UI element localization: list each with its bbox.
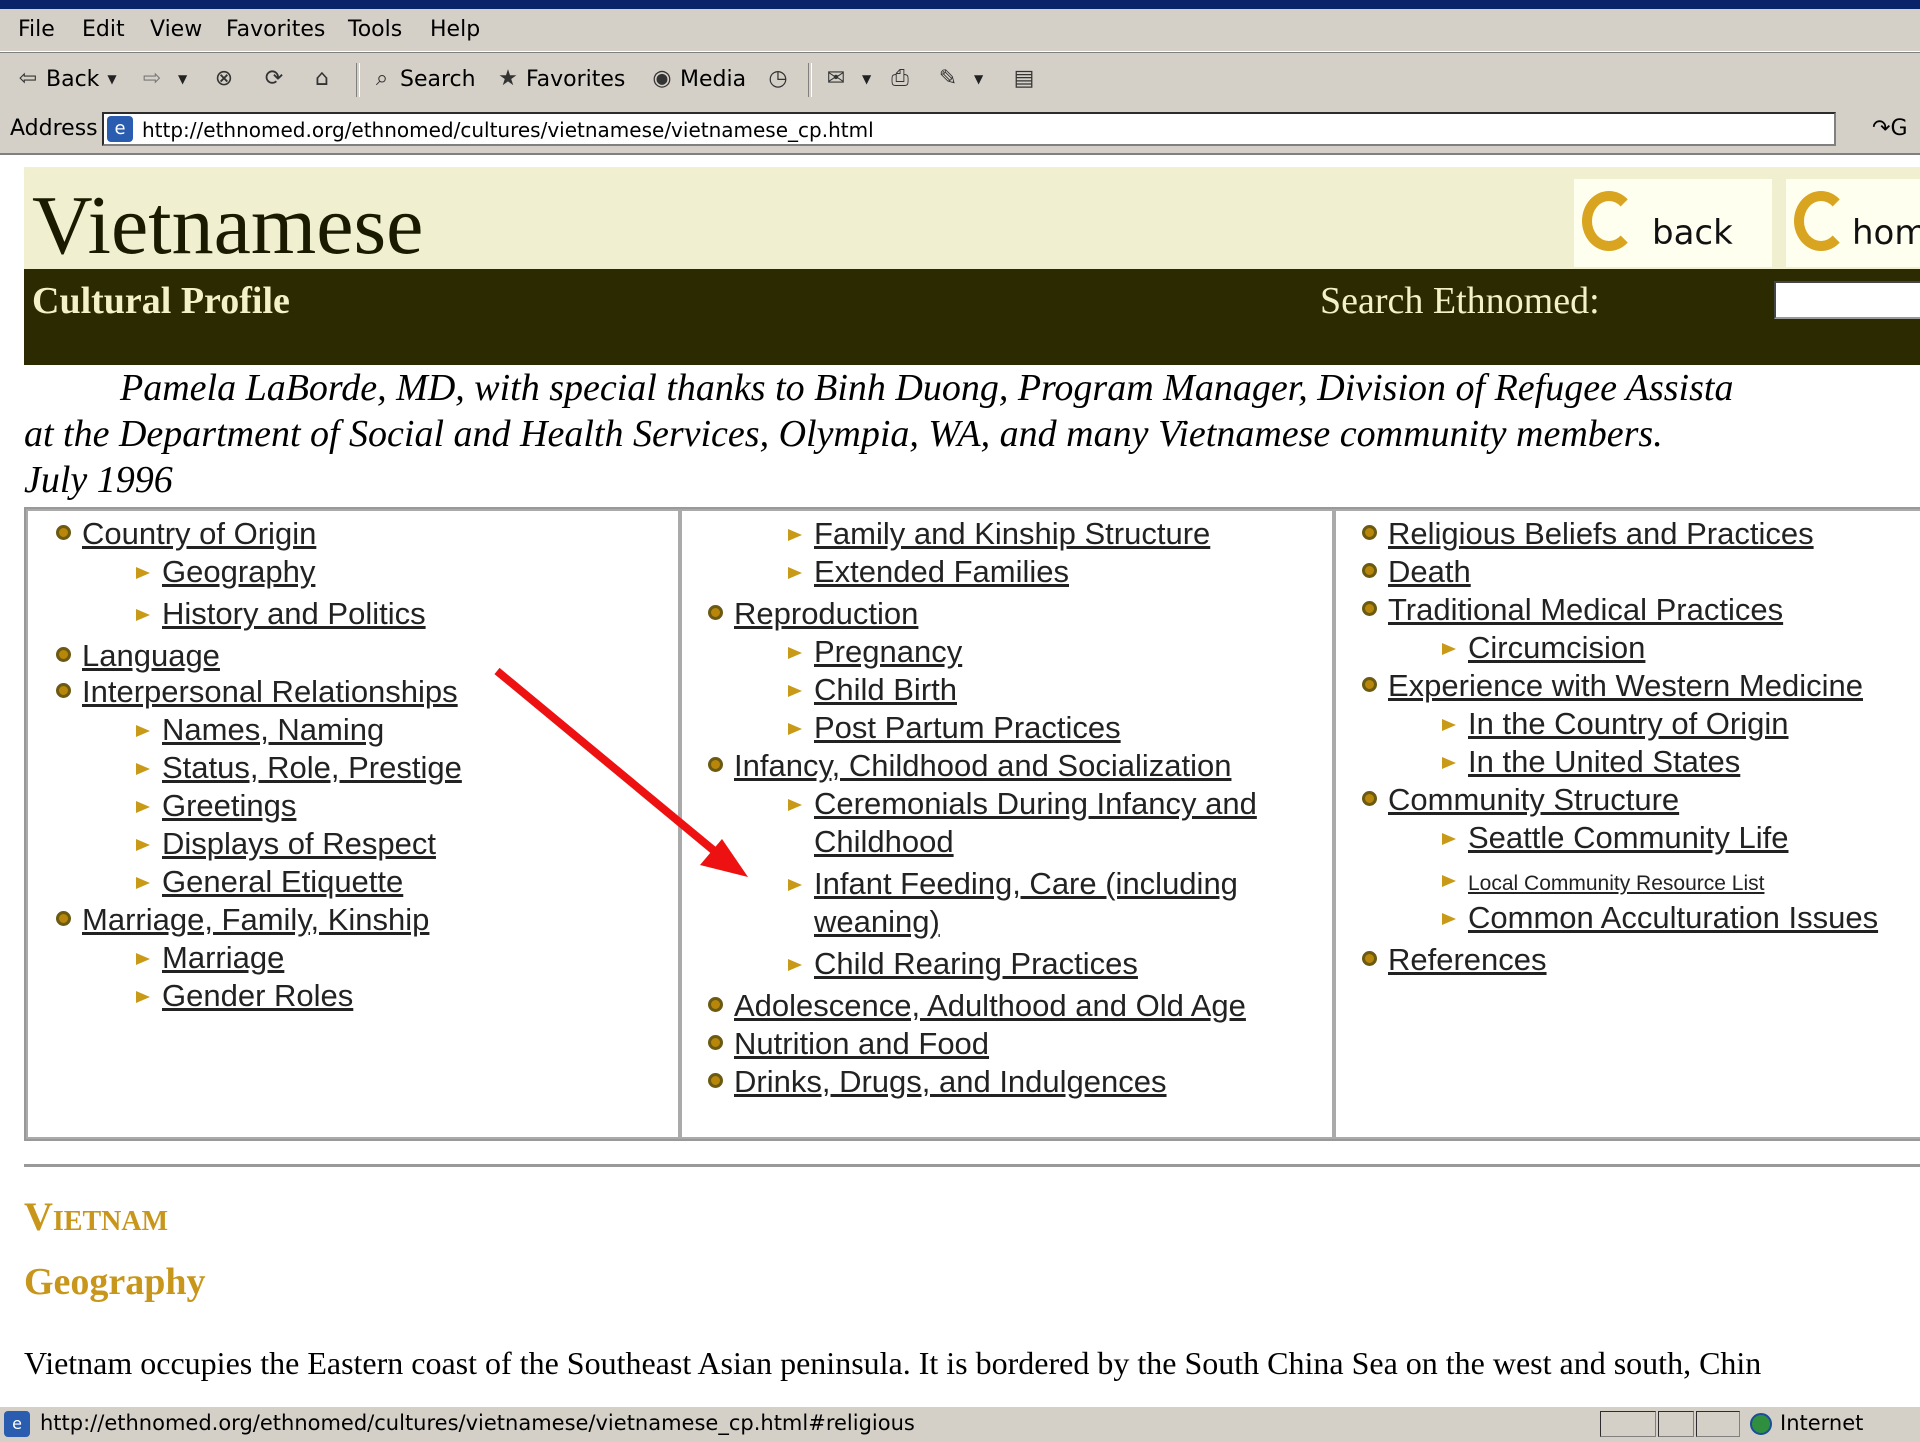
edit-button[interactable]: ✎ ▼ (934, 63, 983, 95)
menu-favorites[interactable]: Favorites (226, 17, 325, 42)
print-button[interactable]: ⎙ (886, 63, 918, 95)
toolbar: ⇦ Back ▼ ⇨ ▼ ⊗ ⟳ ⌂ ⌕ Search ★ Favorites … (0, 52, 1920, 108)
media-button[interactable]: ◉ Media (648, 63, 746, 95)
page-viewport[interactable]: Vietnamese back hom Cultural Profile Sea… (0, 155, 1920, 1405)
back-arrow-icon: ⇦ (18, 66, 38, 91)
status-url: http://ethnomed.org/ethnomed/cultures/vi… (40, 1411, 915, 1435)
page-icon: e (107, 116, 133, 142)
menu-bar: File Edit View Favorites Tools Help (0, 9, 1920, 52)
page-icon: e (4, 1411, 30, 1437)
mail-button[interactable]: ✉ ▼ (822, 63, 871, 95)
stop-icon: ⊗ (214, 66, 234, 91)
address-input[interactable]: e http://ethnomed.org/ethnomed/cultures/… (102, 112, 1836, 146)
search-icon: ⌕ (375, 66, 389, 91)
address-bar: Address e http://ethnomed.org/ethnomed/c… (0, 107, 1920, 155)
menu-tools[interactable]: Tools (348, 17, 402, 42)
status-bar: e http://ethnomed.org/ethnomed/cultures/… (0, 1405, 1920, 1442)
favorites-icon: ★ (498, 66, 518, 91)
go-arrow-icon: ↷ (1872, 116, 1891, 141)
annotation-arrow (494, 667, 748, 877)
edit-icon: ✎ (938, 66, 958, 91)
discuss-button[interactable]: ▤ (1010, 63, 1042, 95)
dropdown-arrow-icon[interactable]: ▼ (862, 72, 871, 86)
refresh-button[interactable]: ⟳ (260, 63, 292, 95)
history-button[interactable]: ◷ (764, 63, 796, 95)
toolbar-separator (356, 63, 360, 97)
forward-arrow-icon: ⇨ (142, 66, 162, 91)
menu-file[interactable]: File (18, 17, 55, 42)
dropdown-arrow-icon[interactable]: ▼ (107, 72, 116, 86)
stop-button[interactable]: ⊗ (210, 63, 242, 95)
arrow-shaft (494, 667, 721, 858)
menu-view[interactable]: View (150, 17, 202, 42)
home-button[interactable]: ⌂ (308, 63, 340, 95)
history-icon: ◷ (768, 66, 788, 91)
toolbar-separator (808, 63, 812, 97)
status-cell (1600, 1411, 1656, 1437)
dropdown-arrow-icon[interactable]: ▼ (974, 72, 983, 86)
favorites-button[interactable]: ★ Favorites (494, 63, 625, 95)
menu-edit[interactable]: Edit (82, 17, 125, 42)
home-icon: ⌂ (315, 66, 329, 91)
divider (24, 1164, 1920, 1167)
dropdown-arrow-icon[interactable]: ▼ (178, 72, 187, 86)
address-url[interactable]: http://ethnomed.org/ethnomed/cultures/vi… (142, 118, 874, 142)
media-icon: ◉ (652, 66, 672, 91)
menu-help[interactable]: Help (430, 17, 480, 42)
security-zone: Internet (1750, 1411, 1863, 1435)
search-button[interactable]: ⌕ Search (368, 63, 476, 95)
discuss-icon: ▤ (1013, 66, 1035, 91)
forward-button[interactable]: ⇨ ▼ (138, 63, 187, 95)
refresh-icon: ⟳ (264, 66, 284, 91)
body-paragraph: Vietnam occupies the Eastern coast of th… (24, 1345, 1762, 1381)
go-button[interactable]: ↷G (1872, 116, 1908, 141)
print-icon: ⎙ (891, 66, 909, 91)
globe-icon (1750, 1413, 1772, 1435)
address-label: Address (10, 116, 98, 141)
window-title-strip (0, 0, 1920, 9)
status-cell (1696, 1411, 1740, 1437)
status-cell (1658, 1411, 1694, 1437)
section-heading-vietnam: Vietnam (24, 1194, 169, 1239)
mail-icon: ✉ (826, 66, 846, 91)
section-heading-geography: Geography (24, 1261, 206, 1303)
back-button[interactable]: ⇦ Back ▼ (14, 63, 117, 95)
